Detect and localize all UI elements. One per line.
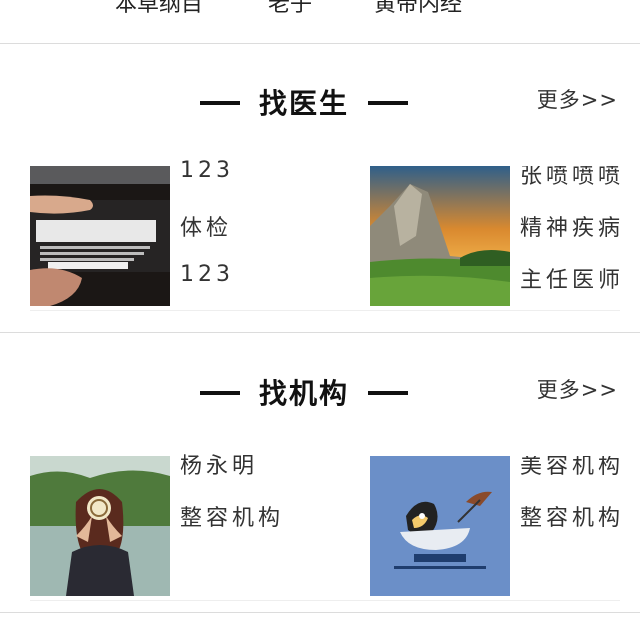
- doctor-photo: [370, 166, 510, 306]
- top-tab-bar: 本草纲目 老子 黄帝内经: [0, 0, 640, 44]
- card-row-divider: [30, 310, 620, 311]
- title-dash-right: [368, 101, 408, 105]
- doctor-section: 找医生 更多>> 123 体检 123 张喷喷喷 精神疾病 主任医师: [0, 72, 640, 332]
- org-card-line: 整容机构: [520, 506, 625, 531]
- doctor-card-line: 张喷喷喷: [520, 166, 625, 189]
- doctor-photo: [30, 166, 170, 306]
- org-photo: [370, 456, 510, 596]
- tab-huangdi[interactable]: 黄帝内经: [374, 0, 462, 18]
- doctor-card-line: 体检: [180, 216, 233, 241]
- org-section-title: 找机构: [258, 377, 349, 410]
- section-divider: [0, 332, 640, 333]
- doctor-section-title: 找医生: [258, 87, 349, 120]
- org-card[interactable]: 美容机构 整容机构: [370, 456, 640, 596]
- section-divider: [0, 612, 640, 613]
- org-card[interactable]: 杨永明 整容机构: [30, 454, 330, 596]
- org-section: 找机构 更多>> 杨永明 整容机构 美容机构 整容机构: [0, 362, 640, 612]
- org-card-line: 整容机构: [180, 506, 285, 531]
- org-card-line: 美容机构: [520, 456, 625, 479]
- title-dash-right: [368, 391, 408, 395]
- doctor-card-line: 123: [180, 262, 234, 287]
- org-section-header: 找机构 更多>>: [0, 362, 640, 422]
- card-row-divider: [30, 600, 620, 601]
- org-more-link[interactable]: 更多>>: [537, 374, 618, 404]
- tab-laozi[interactable]: 老子: [268, 0, 312, 18]
- org-card-line: 杨永明: [180, 454, 259, 479]
- doctor-card-line: 精神疾病: [520, 216, 625, 241]
- org-photo: [30, 456, 170, 596]
- doctor-card-line: 主任医师: [520, 268, 625, 293]
- doctor-card[interactable]: 张喷喷喷 精神疾病 主任医师: [370, 166, 640, 306]
- tab-bencao[interactable]: 本草纲目: [115, 0, 203, 18]
- doctor-section-header: 找医生 更多>>: [0, 72, 640, 132]
- doctor-card-line: 123: [180, 158, 234, 183]
- doctor-card[interactable]: 123 体检 123: [30, 158, 330, 306]
- doctor-more-link[interactable]: 更多>>: [537, 84, 618, 114]
